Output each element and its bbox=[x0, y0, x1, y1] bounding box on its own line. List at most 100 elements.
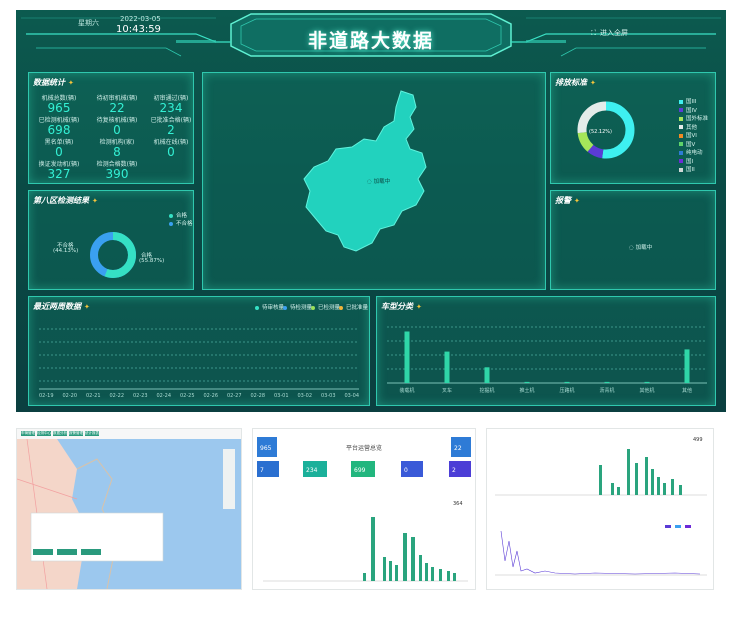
stat-value: 8 bbox=[113, 145, 121, 159]
stat-value: 698 bbox=[47, 123, 71, 137]
stat-value: 0 bbox=[113, 123, 121, 137]
recent-x-tick: 02-19 bbox=[39, 393, 54, 399]
platform-card-5: 0 bbox=[401, 461, 423, 477]
vehicle-type-bar bbox=[564, 381, 570, 383]
test-result-panel: 第八区检测结果 ✦ 合格 不合格 不合格 (44.13%) 合格 (55.87%) bbox=[28, 190, 194, 290]
stat-value: 0 bbox=[55, 145, 63, 159]
map-panel: ◌ 加载中 bbox=[202, 72, 546, 290]
stat-item: 检测合格数(辆) 390 bbox=[89, 159, 145, 181]
vehicle-type-bar bbox=[644, 381, 650, 383]
pin-icon: ✦ bbox=[84, 303, 90, 311]
vehicle-type-x-tick: 压路机 bbox=[559, 388, 575, 394]
map-tab-3[interactable]: 报警管理 bbox=[69, 431, 83, 436]
stat-value: 327 bbox=[47, 167, 71, 181]
stat-item: 初审通过(辆) 234 bbox=[143, 93, 199, 115]
thumbnail-platform-overview[interactable]: 平台运营总览 965 22 7 234 699 0 2 364 bbox=[252, 428, 476, 590]
pin-icon: ✦ bbox=[590, 79, 596, 87]
platform-overview-title: 平台运营总览 bbox=[345, 445, 382, 452]
platform-card-4: 699 bbox=[351, 461, 375, 477]
recent-x-tick: 02-24 bbox=[156, 393, 172, 399]
stat-item: 检测机构(家) 8 bbox=[89, 137, 145, 159]
vehicle-type-x-tick: 推土机 bbox=[519, 388, 535, 394]
emission-legend-item[interactable]: 国外标准 bbox=[679, 114, 708, 122]
emission-legend-item[interactable]: 国II bbox=[679, 165, 695, 173]
dashboard-screen: 星期六 2022-03-05 10:43:59 非道路大数据 ⛶ 进入全屏 数据统… bbox=[16, 10, 726, 412]
recent-x-tick: 02-28 bbox=[250, 393, 266, 399]
vehicle-type-chart bbox=[387, 326, 707, 384]
stats-panel-title: 数据统计 ✦ bbox=[33, 78, 74, 87]
platform-card-1: 22 bbox=[451, 437, 471, 457]
date-text: 2022-03-05 bbox=[120, 15, 161, 23]
expand-icon: ⛶ bbox=[591, 29, 596, 37]
map-loading-text: ◌ 加载中 bbox=[367, 179, 391, 185]
thumbnail-map-view[interactable]: 车辆管理 检测中心 数据分析 报警管理 统计报表 bbox=[16, 428, 242, 590]
emission-legend-item[interactable]: 国III bbox=[679, 97, 696, 105]
stat-item: 黑名单(辆) 0 bbox=[31, 137, 87, 159]
platform-card-2: 7 bbox=[257, 461, 279, 477]
vehicle-type-bar bbox=[444, 351, 450, 383]
recent-legend-item[interactable]: 待检测量 bbox=[283, 303, 312, 311]
recent-x-tick: 02-23 bbox=[133, 393, 148, 399]
fullscreen-button[interactable]: ⛶ 进入全屏 bbox=[591, 28, 628, 38]
recent-x-tick: 02-25 bbox=[180, 393, 195, 399]
emission-legend-item[interactable]: 国IV bbox=[679, 106, 697, 114]
stat-item: 机械总数(辆) 965 bbox=[31, 93, 87, 115]
thumbnail-statistics[interactable]: 499 bbox=[486, 428, 714, 590]
stat-item: 机械在线(辆) 0 bbox=[143, 137, 199, 159]
vehicle-type-bar bbox=[484, 367, 490, 383]
platform-bar-chart bbox=[263, 517, 468, 582]
map-tab-1[interactable]: 检测中心 bbox=[37, 431, 51, 436]
recent-x-tick: 03-03 bbox=[321, 393, 336, 399]
vehicle-type-bar bbox=[604, 381, 610, 383]
vehicle-type-bar bbox=[524, 381, 530, 383]
stat-value: 234 bbox=[159, 101, 183, 115]
stat-value: 2 bbox=[167, 123, 175, 137]
vehicle-type-x-tick: 其他机 bbox=[639, 388, 655, 394]
alarm-loading-text: ◌ 加载中 bbox=[629, 245, 653, 251]
stat-value: 0 bbox=[167, 145, 175, 159]
map-tab-2[interactable]: 数据分析 bbox=[53, 431, 67, 436]
recent-legend-item[interactable]: 待审核量 bbox=[255, 303, 284, 311]
qualified-pct: (55.87%) bbox=[139, 258, 165, 264]
emission-legend-item[interactable]: 其他 bbox=[679, 123, 697, 131]
time-text: 10:43:59 bbox=[116, 24, 161, 35]
platform-card-6: 2 bbox=[449, 461, 471, 477]
recent-x-tick: 02-21 bbox=[86, 393, 101, 399]
map-tab-0[interactable]: 车辆管理 bbox=[21, 431, 35, 436]
emission-panel-title: 排放标准 ✦ bbox=[555, 78, 596, 87]
vehicle-type-x-tick: 其他 bbox=[681, 388, 692, 394]
recent-legend-item[interactable]: 已批准量 bbox=[339, 303, 368, 311]
alarm-panel: 报警 ✦ ◌ 加载中 bbox=[550, 190, 716, 290]
stat-value: 965 bbox=[47, 101, 71, 115]
emission-legend-item[interactable]: 国V bbox=[679, 140, 695, 148]
vehicle-type-x-tick: 叉车 bbox=[441, 388, 452, 394]
emission-legend-item[interactable]: 国VI bbox=[679, 131, 697, 139]
map-thumbnail-image bbox=[17, 439, 241, 589]
recent-x-tick: 02-27 bbox=[227, 393, 242, 399]
vehicle-type-bar bbox=[404, 331, 410, 383]
pin-icon: ✦ bbox=[92, 197, 98, 205]
stat-value: 22 bbox=[109, 101, 125, 115]
emission-center-pct: (52.12%) bbox=[589, 129, 612, 135]
statistics-line-chart bbox=[495, 525, 707, 576]
stats-panel: 数据统计 ✦ 机械总数(辆) 965 待初审机械(辆) 22 初审通过(辆) 234 已检测机… bbox=[28, 72, 194, 184]
spinner-icon: ◌ bbox=[367, 179, 372, 185]
recent-x-tick: 02-22 bbox=[109, 393, 125, 399]
legend-item-unqualified: 不合格 bbox=[169, 219, 193, 227]
recent-legend-item[interactable]: 已检测量 bbox=[311, 303, 340, 311]
recent-grid bbox=[39, 328, 359, 390]
recent-x-tick: 02-26 bbox=[203, 393, 219, 399]
vehicle-type-bar bbox=[684, 349, 690, 383]
pin-icon: ✦ bbox=[416, 303, 422, 311]
statistics-bar-chart bbox=[495, 449, 707, 496]
region-shape bbox=[303, 90, 427, 252]
stat-item: 已检测机械(辆) 698 bbox=[31, 115, 87, 137]
stat-item: 已批准合格(辆) 2 bbox=[143, 115, 199, 137]
stat-item: 待复核机械(辆) 0 bbox=[89, 115, 145, 137]
emission-legend-item[interactable]: 纯电动 bbox=[679, 148, 703, 156]
recent-x-tick: 03-04 bbox=[344, 393, 360, 399]
emission-panel: 排放标准 ✦ (52.12%) 国III 国IV 国外标准 其他 国VI 国V 纯电动 国I 国I… bbox=[550, 72, 716, 184]
emission-legend-item[interactable]: 国I bbox=[679, 157, 693, 165]
test-result-donut bbox=[90, 232, 136, 278]
map-tab-4[interactable]: 统计报表 bbox=[85, 431, 99, 436]
